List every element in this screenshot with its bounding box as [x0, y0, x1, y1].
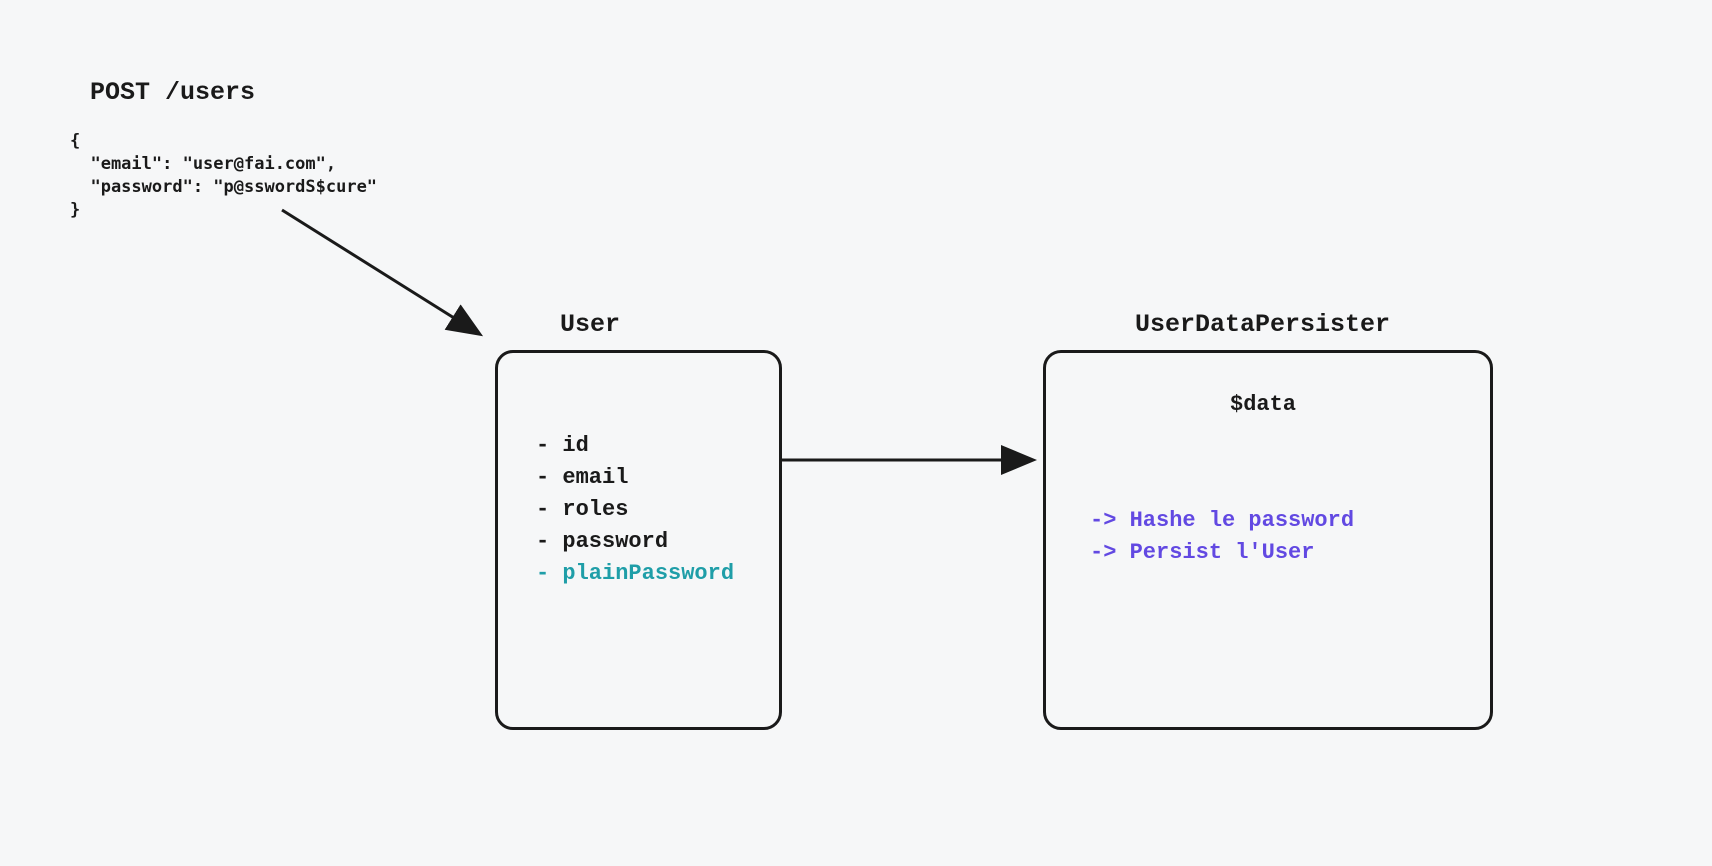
persister-actions-list: -> Hashe le password-> Persist l'User	[1090, 505, 1354, 569]
request-title: POST /users	[90, 78, 255, 107]
user-field: - roles	[536, 494, 734, 526]
persister-action: -> Persist l'User	[1090, 537, 1354, 569]
user-field: - plainPassword	[536, 558, 734, 590]
persister-data-var: $data	[1230, 392, 1296, 417]
persister-action: -> Hashe le password	[1090, 505, 1354, 537]
user-field: - password	[536, 526, 734, 558]
persister-box-title: UserDataPersister	[1135, 310, 1390, 339]
user-field: - email	[536, 462, 734, 494]
user-field: - id	[536, 430, 734, 462]
arrow-request-to-user	[282, 210, 478, 333]
user-fields-list: - id- email- roles- password- plainPassw…	[536, 430, 734, 589]
user-box-title: User	[560, 310, 620, 339]
request-body-json: { "email": "user@fai.com", "password": "…	[70, 130, 377, 222]
diagram-canvas: POST /users { "email": "user@fai.com", "…	[0, 0, 1712, 866]
